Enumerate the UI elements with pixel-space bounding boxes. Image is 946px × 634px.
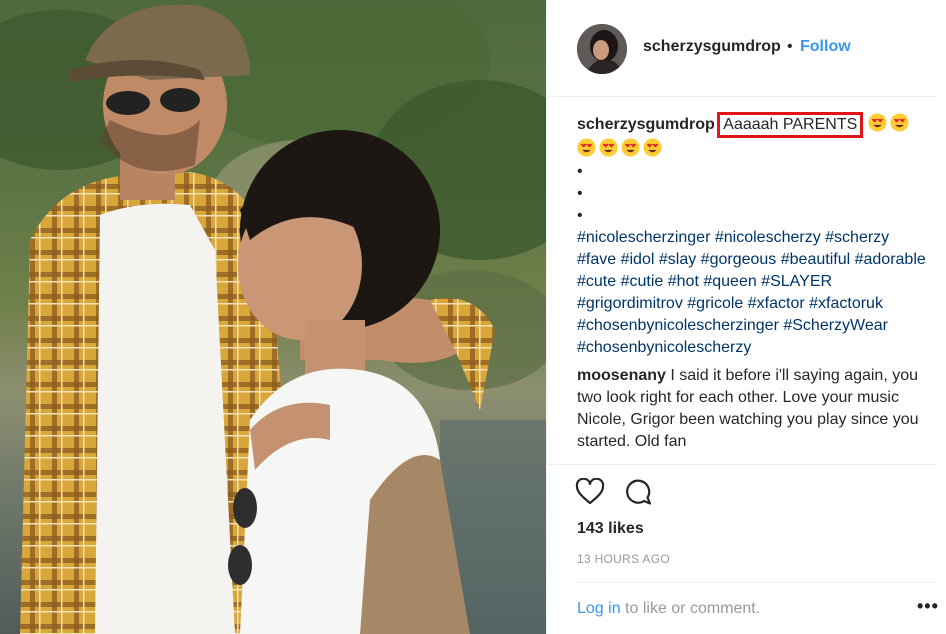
post-sidebar: scherzysgumdrop • Follow scherzysgumdrop… xyxy=(546,0,946,634)
hashtag-link[interactable]: #beautiful xyxy=(781,251,850,268)
action-bar xyxy=(575,477,667,512)
heart-eyes-emoji-icon xyxy=(577,138,596,157)
more-options-icon[interactable]: ••• xyxy=(917,596,939,617)
likes-count[interactable]: 143 likes xyxy=(577,520,644,538)
caption-bullet: • xyxy=(577,185,583,202)
caption: scherzysgumdrop Aaaaah PARENTS • • • #ni… xyxy=(577,112,927,359)
hashtag-link[interactable]: #xfactor xyxy=(748,295,805,312)
heart-eyes-emoji-icon xyxy=(643,138,662,157)
hashtag-link[interactable]: #queen xyxy=(703,273,756,290)
heart-icon xyxy=(575,477,605,505)
hashtag-link[interactable]: #ScherzyWear xyxy=(783,317,888,334)
caption-emojis-row1 xyxy=(868,113,912,133)
avatar-image xyxy=(577,24,627,74)
comment: moosenany I said it before i'll saying a… xyxy=(577,365,927,453)
divider xyxy=(577,582,936,583)
hashtag-list: #nicolescherzinger #nicolescherzy #scher… xyxy=(577,227,927,359)
login-prompt-text: to like or comment. xyxy=(620,600,761,617)
caption-text: Aaaaah PARENTS xyxy=(723,116,858,133)
comment-icon xyxy=(626,479,652,505)
header-separator-dot: • xyxy=(787,38,793,55)
hashtag-link[interactable]: #cute xyxy=(577,273,616,290)
comment-username[interactable]: moosenany xyxy=(577,367,666,384)
hashtag-link[interactable]: #grigordimitrov xyxy=(577,295,683,312)
comment-button[interactable] xyxy=(623,478,653,511)
hashtag-link[interactable]: #slay xyxy=(659,251,696,268)
hashtag-link[interactable]: #xfactoruk xyxy=(809,295,883,312)
post-timestamp[interactable]: 13 HOURS AGO xyxy=(577,552,670,566)
heart-eyes-emoji-icon xyxy=(621,138,640,157)
login-prompt: Log in to like or comment. xyxy=(577,600,760,618)
hashtag-link[interactable]: #adorable xyxy=(855,251,926,268)
hashtag-link[interactable]: #chosenbynicolescherzy xyxy=(577,339,751,356)
hashtag-link[interactable]: #SLAYER xyxy=(761,273,832,290)
post-header: scherzysgumdrop • Follow xyxy=(547,0,936,97)
post-photo[interactable] xyxy=(0,0,546,634)
caption-bullet: • xyxy=(577,163,583,180)
hashtag-link[interactable]: #cutie xyxy=(621,273,664,290)
hashtag-link[interactable]: #gricole xyxy=(687,295,743,312)
caption-username[interactable]: scherzysgumdrop xyxy=(577,116,715,133)
hashtag-link[interactable]: #hot xyxy=(668,273,699,290)
heart-eyes-emoji-icon xyxy=(599,138,618,157)
divider xyxy=(547,464,936,465)
heart-eyes-emoji-icon xyxy=(890,113,909,132)
hashtag-link[interactable]: #nicolescherzinger xyxy=(577,229,710,246)
hashtag-link[interactable]: #scherzy xyxy=(825,229,889,246)
hashtag-link[interactable]: #chosenbynicolescherzinger xyxy=(577,317,779,334)
caption-bullet: • xyxy=(577,207,583,224)
avatar[interactable] xyxy=(577,24,627,74)
caption-emojis-row2 xyxy=(577,138,927,161)
comments-list[interactable]: scherzysgumdrop Aaaaah PARENTS • • • #ni… xyxy=(577,112,927,464)
hashtag-link[interactable]: #gorgeous xyxy=(701,251,777,268)
hashtag-link[interactable]: #fave xyxy=(577,251,616,268)
like-button[interactable] xyxy=(575,477,605,511)
login-link[interactable]: Log in xyxy=(577,600,621,617)
post-photo-illustration xyxy=(0,0,546,634)
heart-eyes-emoji-icon xyxy=(868,113,887,132)
caption-text-highlight: Aaaaah PARENTS xyxy=(717,112,864,138)
hashtag-link[interactable]: #idol xyxy=(621,251,655,268)
follow-button[interactable]: Follow xyxy=(800,38,851,56)
header-username[interactable]: scherzysgumdrop xyxy=(643,38,781,56)
hashtag-link[interactable]: #nicolescherzy xyxy=(715,229,821,246)
